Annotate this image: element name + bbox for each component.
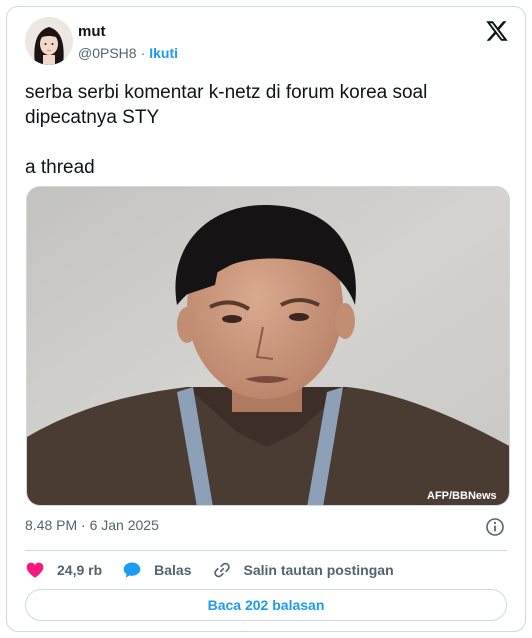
info-icon[interactable] [485, 517, 505, 537]
author-avatar[interactable] [25, 17, 73, 65]
follow-button[interactable]: Ikuti [149, 45, 178, 61]
author-meta: @0PSH8 · Ikuti [78, 45, 178, 61]
avatar-image [25, 17, 73, 65]
reply-button[interactable]: Balas [122, 560, 192, 580]
photo-man-portrait: AFP/BBNews [27, 187, 509, 505]
link-icon [213, 562, 230, 578]
separator-dot: · [140, 45, 146, 61]
author-name[interactable]: mut [78, 23, 106, 40]
read-replies-button[interactable]: Baca 202 balasan [25, 589, 507, 621]
tweet-text: serba serbi komentar k-netz di forum kor… [25, 82, 428, 178]
like-button[interactable]: 24,9 rb [25, 560, 102, 580]
tweet-embed-card: mut @0PSH8 · Ikuti serba serbi komentar … [6, 6, 526, 632]
author-handle[interactable]: @0PSH8 [78, 45, 137, 61]
action-bar: 24,9 rb Balas Salin tautan postingan [25, 558, 394, 582]
heart-icon [26, 562, 44, 578]
tweet-media-photo[interactable]: AFP/BBNews [26, 186, 510, 506]
divider [25, 550, 507, 551]
copy-link-label: Salin tautan postingan [243, 562, 394, 578]
x-logo-icon[interactable] [485, 19, 509, 43]
speech-bubble-icon [123, 562, 141, 578]
photo-watermark: AFP/BBNews [427, 490, 497, 502]
tweet-timestamp[interactable]: 8.48 PM · 6 Jan 2025 [25, 517, 159, 533]
like-count: 24,9 rb [57, 562, 103, 578]
copy-link-button[interactable]: Salin tautan postingan [212, 560, 394, 580]
reply-label: Balas [154, 562, 192, 578]
